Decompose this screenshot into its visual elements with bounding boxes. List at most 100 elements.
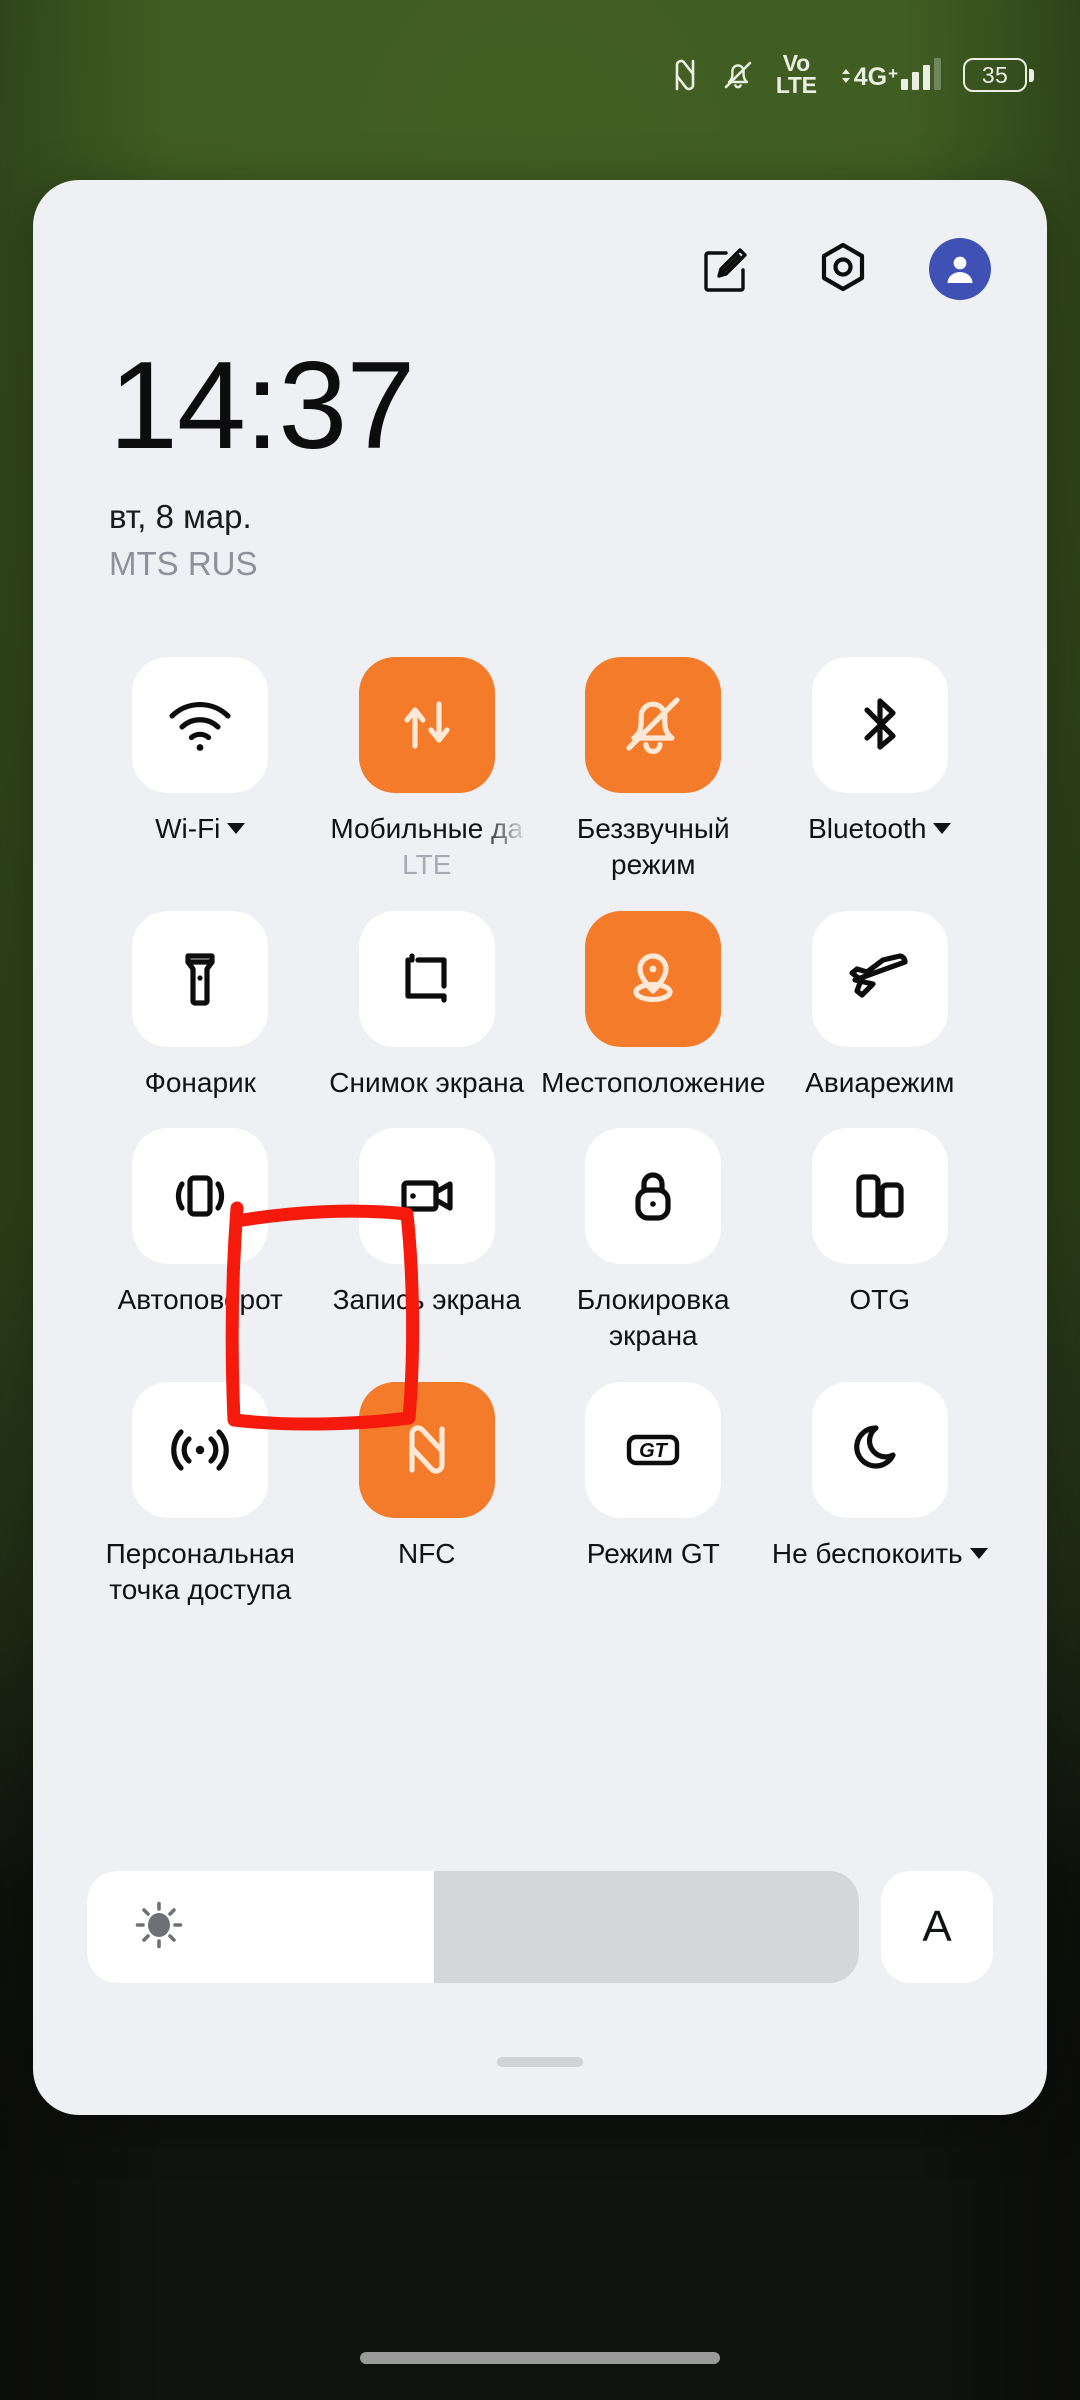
tile-label-text-flashlight: Фонарик — [144, 1066, 256, 1098]
tile-wifi[interactable]: Wi-Fi — [87, 643, 314, 883]
tile-label-text-mobile-data: Мобильные да — [330, 813, 524, 844]
gt-badge-icon: GT — [616, 1413, 690, 1487]
tile-label-nfc: NFC — [317, 1536, 537, 1572]
tile-button-screenrec[interactable] — [358, 1128, 495, 1265]
network-type-label: 4G — [853, 63, 888, 91]
tile-airplane[interactable]: Авиарежим — [767, 897, 994, 1101]
status-bar: Vo LTE 4G + 35 — [0, 0, 1080, 150]
tile-bluetooth[interactable]: Bluetooth — [767, 643, 994, 883]
tile-screenshot[interactable]: Снимок экрана — [314, 897, 541, 1101]
svg-text:GT: GT — [639, 1440, 669, 1462]
panel-drag-handle[interactable] — [497, 2057, 583, 2067]
tile-button-otg[interactable] — [811, 1128, 948, 1265]
tile-label-dnd: Не беспокоить — [770, 1536, 990, 1572]
volte-icon: Vo LTE — [776, 52, 817, 96]
nfc-icon — [670, 58, 700, 92]
tile-mobile-data[interactable]: Мобильные да LTE — [314, 643, 541, 883]
tile-label-text-location: Местоположение — [541, 1066, 766, 1098]
tile-button-dnd[interactable] — [811, 1382, 948, 1519]
bell-muted-icon — [616, 688, 690, 762]
moon-icon — [843, 1413, 917, 1487]
tile-dnd[interactable]: Не беспокоить — [767, 1368, 994, 1608]
quick-settings-tiles-grid: Wi-Fi Мобильные да LTE Беззвучный режим Blue… — [33, 643, 1047, 1608]
video-record-icon — [390, 1159, 464, 1233]
tile-button-bluetooth[interactable] — [811, 657, 948, 793]
carrier-name: MTS RUS — [109, 545, 258, 582]
tile-gt-mode[interactable]: GT Режим GT — [540, 1368, 767, 1608]
tile-label-text-wifi: Wi-Fi — [155, 813, 221, 844]
sun-icon — [133, 1899, 185, 1956]
chevron-down-icon[interactable] — [227, 823, 246, 834]
tile-silent[interactable]: Беззвучный режим — [540, 643, 767, 883]
brightness-slider[interactable] — [87, 1871, 859, 1983]
tile-otg[interactable]: OTG — [767, 1114, 994, 1354]
battery-level-text: 35 — [963, 58, 1027, 92]
tile-label-text-airplane: Авиарежим — [805, 1066, 955, 1098]
tile-label-text-bluetooth: Bluetooth — [808, 813, 927, 844]
tile-button-screenlock[interactable] — [585, 1128, 722, 1265]
tile-sublabel-mobile-data: LTE — [402, 848, 452, 880]
tile-button-nfc[interactable] — [358, 1382, 495, 1519]
battery-cap-icon — [1029, 68, 1034, 82]
tile-button-flashlight[interactable] — [132, 910, 269, 1047]
tile-button-hotspot[interactable] — [132, 1382, 269, 1519]
signal-bars-icon — [901, 58, 941, 90]
chevron-down-icon[interactable] — [933, 823, 952, 834]
clock-date: вт, 8 мар. — [109, 498, 252, 535]
auto-brightness-button[interactable]: A — [881, 1871, 993, 1983]
tile-autorotate[interactable]: Автоповорот — [87, 1114, 314, 1354]
tile-label-location: Местоположение — [541, 1065, 766, 1101]
signal-4gplus-icon: 4G + — [839, 58, 941, 91]
tile-button-wifi[interactable] — [132, 657, 269, 793]
tile-button-location[interactable] — [585, 910, 722, 1047]
network-plus-label: + — [888, 64, 898, 83]
tile-location[interactable]: Местоположение — [540, 897, 767, 1101]
chevron-down-icon[interactable] — [969, 1548, 988, 1560]
tile-label-mobile-data: Мобильные да — [317, 811, 537, 847]
tile-label-text-autorotate: Автоповорот — [117, 1284, 283, 1316]
tile-label-airplane: Авиарежим — [770, 1065, 990, 1101]
tile-nfc[interactable]: NFC — [314, 1368, 541, 1608]
nfc-icon — [390, 1413, 464, 1487]
quick-settings-header — [33, 180, 1047, 310]
tile-label-flashlight: Фонарик — [90, 1065, 310, 1101]
crop-icon — [390, 942, 464, 1016]
hotspot-icon — [163, 1413, 237, 1487]
tile-label-hotspot: Персональная точка доступа — [90, 1536, 310, 1608]
tile-button-airplane[interactable] — [811, 910, 948, 1047]
tile-label-wifi: Wi-Fi — [90, 811, 310, 847]
tile-label-text-screenshot: Снимок экрана — [329, 1066, 525, 1098]
tile-button-autorotate[interactable] — [132, 1128, 269, 1265]
edit-icon[interactable] — [693, 237, 757, 301]
tile-label-silent: Беззвучный режим — [543, 811, 763, 883]
location-pin-icon — [616, 942, 690, 1016]
flashlight-icon — [163, 942, 237, 1016]
tile-label-bluetooth: Bluetooth — [770, 811, 990, 847]
tile-button-silent[interactable] — [585, 657, 722, 793]
brightness-row: A — [87, 1871, 993, 1983]
tile-button-mobile-data[interactable] — [358, 657, 495, 793]
tile-label-screenrec: Запись экрана — [317, 1282, 537, 1318]
airplane-icon — [843, 942, 917, 1016]
data-transfer-icon — [390, 688, 464, 762]
tile-label-text-otg: OTG — [849, 1284, 911, 1316]
bluetooth-icon — [843, 688, 917, 762]
tile-hotspot[interactable]: Персональная точка доступа — [87, 1368, 314, 1608]
navigation-home-indicator[interactable] — [360, 2352, 720, 2364]
battery-indicator: 35 — [963, 58, 1034, 92]
tile-button-screenshot[interactable] — [358, 910, 495, 1047]
rotate-phone-icon — [163, 1159, 237, 1233]
tile-label-gt-mode: Режим GT — [543, 1536, 763, 1572]
tile-label-screenlock: Блокировка экрана — [543, 1282, 763, 1354]
wifi-icon — [163, 688, 237, 762]
user-avatar[interactable] — [929, 238, 991, 300]
tile-button-gt-mode[interactable]: GT — [585, 1382, 722, 1519]
tile-label-text-screenlock: Блокировка экрана — [576, 1284, 730, 1352]
tile-label-autorotate: Автоповорот — [90, 1282, 310, 1318]
tile-screenlock[interactable]: Блокировка экрана — [540, 1114, 767, 1354]
tile-label-text-screenrec: Запись экрана — [332, 1284, 521, 1316]
gear-icon[interactable] — [811, 237, 875, 301]
tile-flashlight[interactable]: Фонарик — [87, 897, 314, 1101]
tile-screenrec[interactable]: Запись экрана — [314, 1114, 541, 1354]
bell-muted-icon — [722, 58, 754, 92]
